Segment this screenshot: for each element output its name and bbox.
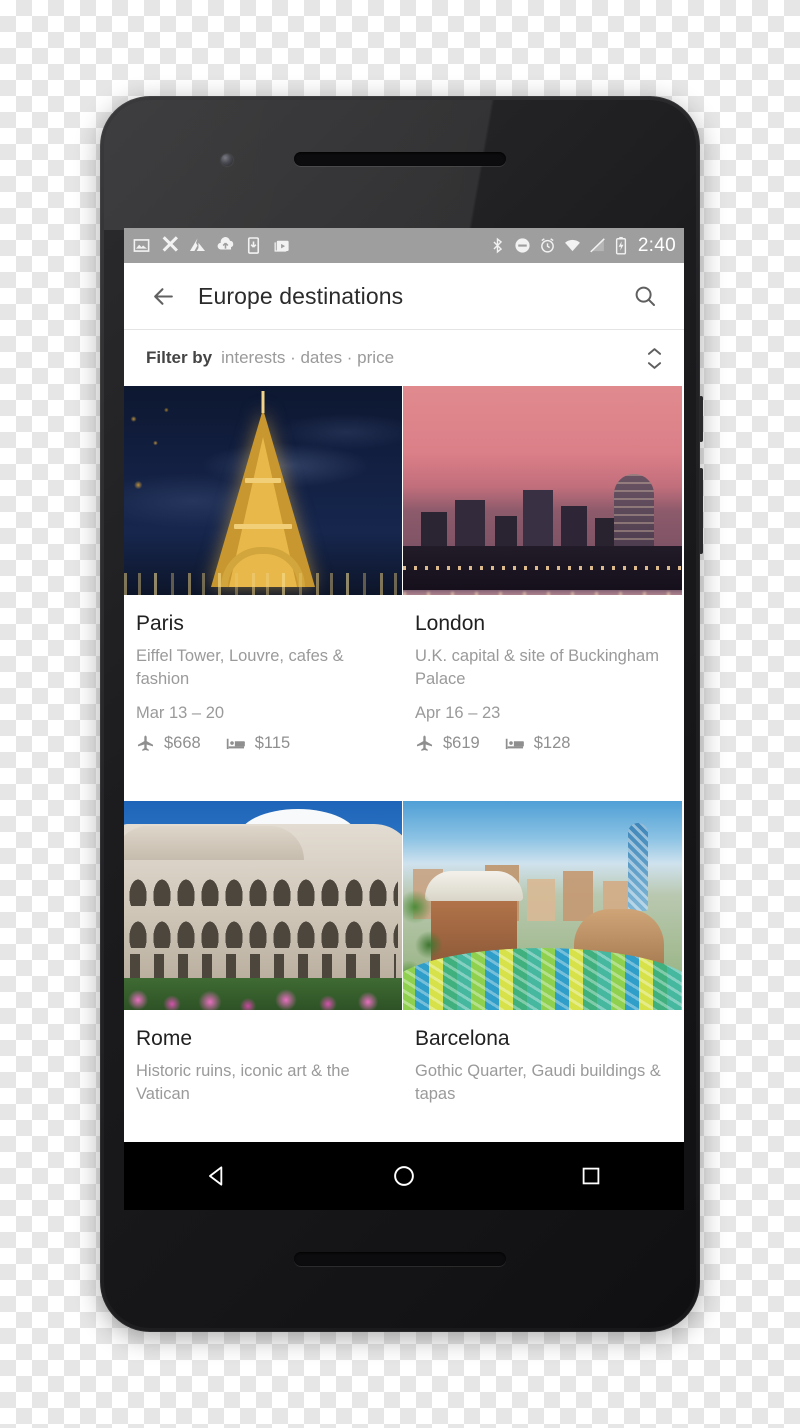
destination-dates: Apr 16 – 23 xyxy=(415,703,501,722)
card-body: Barcelona Gothic Quarter, Gaudi building… xyxy=(403,1010,682,1133)
grid-row-gap xyxy=(124,766,684,801)
app-bar: Europe destinations xyxy=(124,263,684,329)
destination-description: Eiffel Tower, Louvre, cafes & fashion xyxy=(136,647,344,689)
phone-screen: 2:40 Europe destinations Filter by inter… xyxy=(124,228,684,1210)
nav-back-triangle-icon[interactable] xyxy=(186,1145,248,1207)
eiffel-tower-night-photo[interactable] xyxy=(124,386,402,595)
no-signal-icon xyxy=(590,238,605,253)
hotel-bed-icon xyxy=(505,738,524,749)
filter-bar[interactable]: Filter by interests · dates · price xyxy=(124,329,684,386)
page-title: Europe destinations xyxy=(198,282,404,309)
destination-prices: $619 $128 xyxy=(415,734,670,753)
card-body: Rome Historic ruins, iconic art & the Va… xyxy=(124,1010,402,1133)
destination-description: Historic ruins, iconic art & the Vatican xyxy=(136,1061,350,1104)
colosseum-photo[interactable] xyxy=(124,800,402,1010)
destination-card-rome[interactable]: Rome Historic ruins, iconic art & the Va… xyxy=(124,800,403,1133)
transparency-backdrop: 2:40 Europe destinations Filter by inter… xyxy=(0,0,800,1428)
wifi-icon xyxy=(564,239,580,252)
destination-name: Rome xyxy=(136,1026,193,1050)
airplane-icon xyxy=(137,735,154,751)
power-button[interactable] xyxy=(699,396,703,442)
download-to-device-icon xyxy=(247,237,260,254)
android-navigation-bar xyxy=(124,1142,684,1210)
park-guell-photo[interactable] xyxy=(403,800,682,1010)
destination-prices: $668 $115 xyxy=(136,734,390,753)
filter-values[interactable]: interests · dates · price xyxy=(221,348,394,368)
flight-price: $619 xyxy=(415,734,480,753)
card-body: Paris Eiffel Tower, Louvre, cafes & fash… xyxy=(124,595,402,767)
destination-description: U.K. capital & site of Buckingham Palace xyxy=(415,647,659,689)
destination-card-london[interactable]: London U.K. capital & site of Buckingham… xyxy=(403,386,682,767)
destination-dates: Mar 13 – 20 xyxy=(136,703,225,722)
photo-icon xyxy=(133,239,150,252)
flight-price: $668 xyxy=(136,734,201,753)
play-store-icon xyxy=(274,240,289,252)
filter-label: Filter by xyxy=(146,348,213,367)
nav-recents-square-icon[interactable] xyxy=(560,1145,622,1207)
bottom-speaker xyxy=(294,1252,506,1266)
status-bar-clock: 2:40 xyxy=(637,234,676,256)
destination-name: Paris xyxy=(136,612,184,635)
nav-home-circle-icon[interactable] xyxy=(373,1145,435,1207)
drive-icon xyxy=(189,238,206,252)
do-not-disturb-icon xyxy=(515,238,530,253)
destination-card-paris[interactable]: Paris Eiffel Tower, Louvre, cafes & fash… xyxy=(124,386,403,767)
destination-grid: Paris Eiffel Tower, Louvre, cafes & fash… xyxy=(124,386,684,1133)
card-body: London U.K. capital & site of Buckingham… xyxy=(403,595,682,767)
flight-price-value: $619 xyxy=(443,733,480,752)
phone-body: 2:40 Europe destinations Filter by inter… xyxy=(104,100,696,1328)
expand-collapse-icon[interactable] xyxy=(647,347,662,370)
hotel-price-value: $115 xyxy=(254,733,291,752)
hotel-price-value: $128 xyxy=(533,733,571,752)
back-arrow-icon[interactable] xyxy=(142,275,184,317)
crop-tool-icon xyxy=(162,236,178,252)
hotel-bed-icon xyxy=(226,738,245,749)
airplane-icon xyxy=(416,735,433,751)
destination-name: London xyxy=(415,612,486,635)
hotel-price: $115 xyxy=(225,734,290,753)
volume-button[interactable] xyxy=(699,468,703,554)
status-bar-notifications xyxy=(132,236,291,255)
flight-price-value: $668 xyxy=(164,733,201,752)
alarm-icon xyxy=(540,238,554,253)
destination-name: Barcelona xyxy=(415,1026,510,1050)
status-bar: 2:40 xyxy=(124,228,684,263)
status-bar-system-icons: 2:40 xyxy=(489,235,676,257)
hotel-price: $128 xyxy=(504,733,571,753)
cloud-upload-icon xyxy=(217,237,234,250)
bluetooth-icon xyxy=(493,237,502,254)
london-skyline-sunset-photo[interactable] xyxy=(403,386,682,595)
battery-charging-icon xyxy=(615,236,626,255)
destination-description: Gothic Quarter, Gaudi buildings & tapas xyxy=(415,1061,661,1104)
front-camera-icon xyxy=(221,154,233,166)
search-icon[interactable] xyxy=(624,275,666,317)
phone-device: 2:40 Europe destinations Filter by inter… xyxy=(100,96,703,1332)
destination-card-barcelona[interactable]: Barcelona Gothic Quarter, Gaudi building… xyxy=(403,800,682,1133)
earpiece-speaker xyxy=(294,152,506,166)
